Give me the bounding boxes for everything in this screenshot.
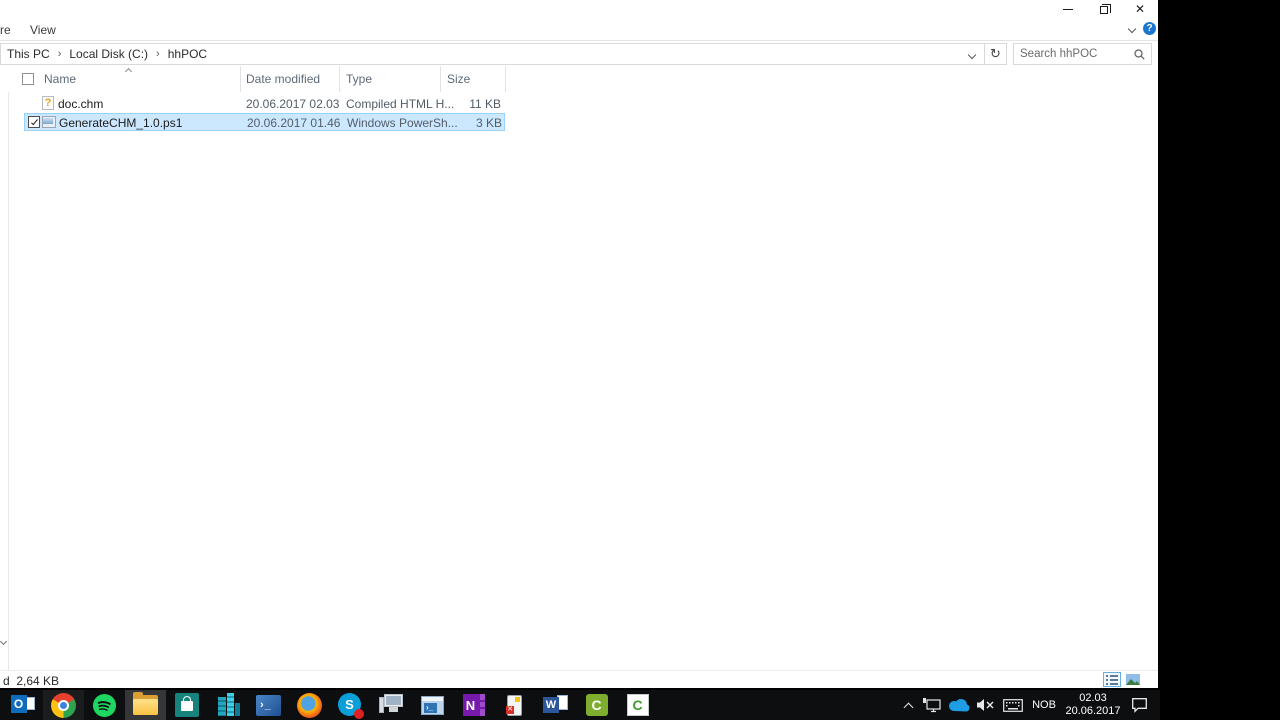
- breadcrumb-local-disk[interactable]: Local Disk (C:): [63, 47, 154, 61]
- breadcrumb-this-pc[interactable]: This PC: [1, 47, 56, 61]
- column-divider[interactable]: [240, 66, 241, 92]
- search-input[interactable]: [1014, 44, 1126, 64]
- action-center-icon[interactable]: [1124, 690, 1154, 720]
- volume-muted-icon[interactable]: [972, 690, 999, 720]
- details-view-icon: [1106, 674, 1118, 685]
- thumbnail-view-icon: [1126, 674, 1140, 685]
- breadcrumb-separator-icon: ›: [156, 48, 160, 60]
- clock[interactable]: 02.03 20.06.2017: [1062, 690, 1124, 720]
- minimize-icon: [1063, 8, 1073, 10]
- select-all-checkbox[interactable]: [22, 73, 34, 85]
- refresh-button[interactable]: ↻: [984, 43, 1007, 65]
- breadcrumb-hhpoc[interactable]: hhPOC: [162, 47, 213, 61]
- clock-date: 20.06.2017: [1065, 705, 1121, 717]
- column-divider[interactable]: [339, 66, 340, 92]
- taskbar-outlook-icon[interactable]: O: [2, 690, 43, 720]
- column-headers: Name Date modified Type Size: [0, 66, 1158, 92]
- column-header-type[interactable]: Type: [346, 72, 372, 86]
- window-controls: ✕: [1050, 0, 1158, 18]
- file-row-generatechm-ps1[interactable]: GenerateCHM_1.0.ps1 20.06.2017 01.46 Win…: [24, 113, 505, 131]
- ribbon-tab-row: re View ?: [0, 18, 1158, 41]
- hidden-icons-chevron[interactable]: [898, 690, 918, 720]
- large-icons-view-toggle[interactable]: [1124, 672, 1142, 687]
- details-view-toggle[interactable]: [1103, 672, 1121, 687]
- network-icon[interactable]: [918, 690, 945, 720]
- close-button[interactable]: ✕: [1122, 0, 1158, 18]
- file-name[interactable]: GenerateCHM_1.0.ps1: [59, 116, 182, 130]
- column-header-date-modified[interactable]: Date modified: [246, 72, 320, 86]
- restore-button[interactable]: [1086, 0, 1122, 18]
- ribbon-collapse-icon[interactable]: [1127, 24, 1137, 33]
- taskbar-powershell-icon[interactable]: ›_: [248, 690, 289, 720]
- file-size: 11 KB: [469, 97, 501, 111]
- scroll-down-icon[interactable]: [0, 637, 8, 646]
- column-divider[interactable]: [505, 66, 506, 92]
- chm-file-icon: ?: [41, 96, 55, 111]
- close-icon: ✕: [1134, 2, 1146, 16]
- taskbar-powershell-ise-icon[interactable]: ›_: [412, 690, 453, 720]
- column-header-name[interactable]: Name: [44, 72, 76, 86]
- taskbar-camtasia-recorder-icon[interactable]: C: [617, 690, 658, 720]
- touch-keyboard-icon[interactable]: [999, 690, 1026, 720]
- taskbar-skype-icon[interactable]: S: [330, 690, 371, 720]
- taskbar-file-explorer-icon[interactable]: [125, 690, 166, 720]
- file-name[interactable]: doc.chm: [58, 97, 103, 111]
- taskbar-camtasia-icon[interactable]: C: [576, 690, 617, 720]
- checkmark-icon: [30, 117, 38, 125]
- nav-pane-scrollbar[interactable]: [0, 66, 9, 670]
- status-bar: d 2,64 KB: [0, 670, 1158, 688]
- row-checkbox-checked[interactable]: [28, 116, 40, 128]
- language-indicator[interactable]: NOB: [1026, 690, 1062, 720]
- file-row-doc-chm[interactable]: ? doc.chm 20.06.2017 02.03 Compiled HTML…: [0, 95, 506, 113]
- breadcrumb-separator-icon: ›: [57, 48, 62, 60]
- taskbar-windows-store-icon[interactable]: [166, 690, 207, 720]
- taskbar-chrome-icon[interactable]: [43, 690, 84, 720]
- help-icon[interactable]: ?: [1143, 22, 1156, 35]
- file-date-modified: 20.06.2017 02.03: [246, 97, 340, 111]
- refresh-icon: ↻: [990, 46, 1001, 61]
- taskbar-remote-desktop-icon[interactable]: [371, 690, 412, 720]
- taskbar-firefox-icon[interactable]: [289, 690, 330, 720]
- taskbar-word-icon[interactable]: W: [535, 690, 576, 720]
- column-header-size[interactable]: Size: [447, 72, 470, 86]
- search-box: [1013, 43, 1152, 65]
- search-icon[interactable]: [1134, 49, 1145, 60]
- taskbar: O ›_ S ›_ N ✕ W C C NOB 02.03 20.06.2017: [0, 690, 1160, 720]
- taskbar-onenote-icon[interactable]: N: [453, 690, 494, 720]
- onedrive-icon[interactable]: [945, 690, 972, 720]
- taskbar-server-manager-icon[interactable]: [207, 690, 248, 720]
- column-divider[interactable]: [440, 66, 441, 92]
- tab-share-partial[interactable]: re: [0, 23, 11, 37]
- clock-time: 02.03: [1079, 692, 1107, 704]
- screen-black-area: [1160, 0, 1280, 720]
- tab-view[interactable]: View: [30, 23, 56, 37]
- sort-ascending-icon[interactable]: [124, 67, 133, 76]
- file-date-modified: 20.06.2017 01.46: [247, 116, 341, 130]
- address-row: This PC › Local Disk (C:) › hhPOC ↻: [0, 42, 1158, 66]
- address-bar[interactable]: This PC › Local Disk (C:) › hhPOC: [0, 43, 985, 65]
- powershell-script-icon: [42, 115, 56, 130]
- file-size: 3 KB: [475, 116, 502, 130]
- taskbar-spotify-icon[interactable]: [84, 690, 125, 720]
- minimize-button[interactable]: [1050, 0, 1086, 18]
- file-type: Compiled HTML H...: [346, 97, 455, 111]
- taskbar-device-alert-icon[interactable]: ✕: [494, 690, 535, 720]
- restore-icon: [1100, 4, 1111, 14]
- file-explorer-window: ✕ re View ? This PC › Local Disk (C:) › …: [0, 0, 1158, 688]
- status-summary: d 2,64 KB: [3, 674, 60, 688]
- titlebar: ✕: [0, 0, 1158, 18]
- address-dropdown-icon[interactable]: [967, 50, 977, 60]
- system-tray: NOB 02.03 20.06.2017: [898, 690, 1154, 720]
